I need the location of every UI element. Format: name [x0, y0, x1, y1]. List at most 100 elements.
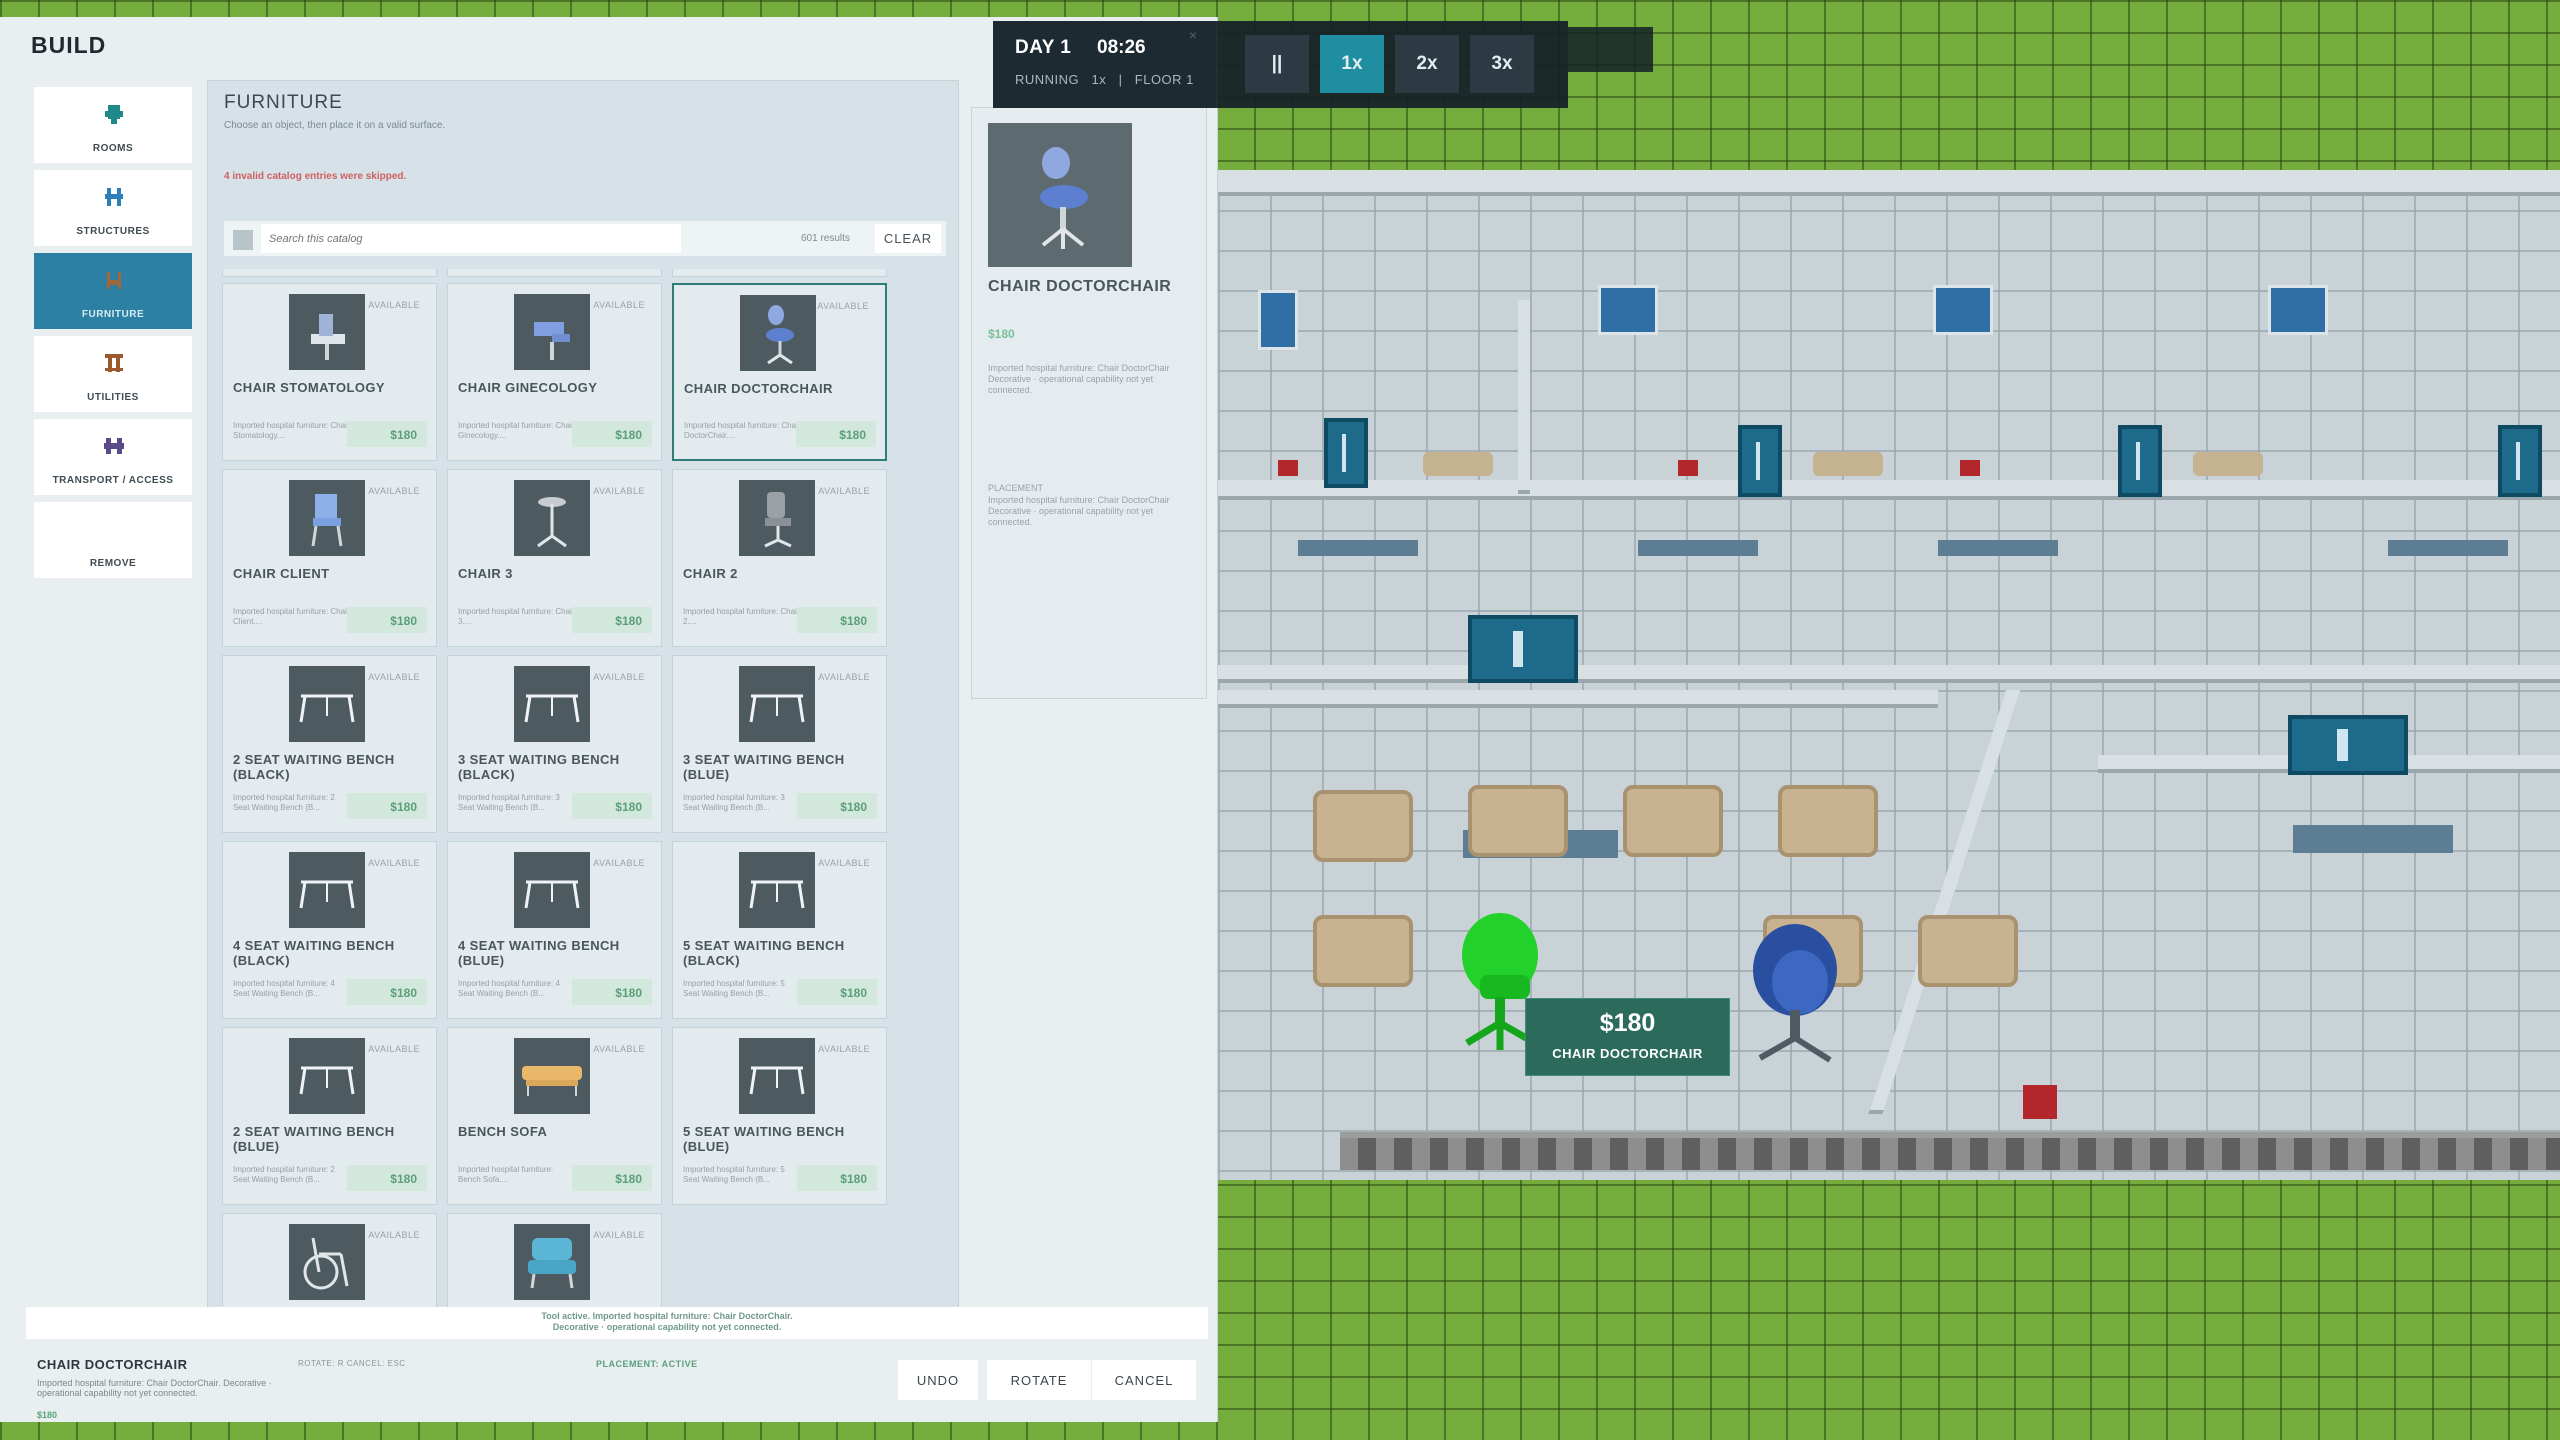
hospital-floor[interactable]	[1218, 170, 2560, 1180]
category-label: STRUCTURES	[76, 226, 150, 237]
cancel-button[interactable]: CANCEL	[1092, 1360, 1196, 1400]
item-price: $180	[572, 1165, 652, 1191]
item-name: BENCH SOFA	[458, 1124, 548, 1139]
item-description: Imported hospital furniture: Chair Stoma…	[233, 421, 350, 440]
category-remove[interactable]: REMOVE	[34, 502, 192, 578]
placement-price-tag: $180 CHAIR DOCTORCHAIR	[1525, 998, 1730, 1076]
doctor-chair-model	[1753, 924, 1837, 1063]
simulation-state: RUNNING 1x | FLOOR 1	[1015, 72, 1194, 87]
item-thumbnail	[289, 852, 365, 928]
item-thumbnail	[739, 852, 815, 928]
placement-status: PLACEMENT: ACTIVE	[596, 1359, 698, 1369]
item-status: AVAILABLE	[593, 300, 645, 310]
price-tag-amount: $180	[1599, 1009, 1656, 1037]
item-status: AVAILABLE	[368, 1044, 420, 1054]
catalog-item-card[interactable]: AVAILABLEWHEELCHAIRImported hospital fur…	[222, 1213, 437, 1311]
item-name: 3 SEAT WAITING BENCH (BLACK)	[458, 752, 620, 782]
catalog-item-card[interactable]: AVAILABLE 5 SEAT WAITING BENCH (BLUE) Impo…	[672, 1027, 887, 1205]
catalog-item-card[interactable]: AVAILABLE 5 SEAT WAITING BENCH (BLACK) Imp…	[672, 841, 887, 1019]
category-list: ROOMS STRUCTURES FURNITURE UTILITIES TRA…	[34, 87, 192, 585]
item-name: CHAIR 3	[458, 566, 513, 581]
desk	[1258, 290, 1298, 350]
item-name: 2 SEAT WAITING BENCH (BLACK)	[233, 752, 395, 782]
item-price: $180	[347, 1165, 427, 1191]
rotate-button[interactable]: ROTATE	[987, 1360, 1091, 1400]
detail-placement-description: Imported hospital furniture: Chair Docto…	[988, 495, 1170, 527]
item-name: 4 SEAT WAITING BENCH (BLUE)	[458, 938, 620, 968]
catalog-item-card[interactable]: AVAILABLE 4 SEAT WAITING BENCH (BLUE) Impo…	[447, 841, 662, 1019]
category-utilities[interactable]: UTILITIES	[34, 336, 192, 412]
catalog-item-card[interactable]: AVAILABLEARMCHAIRImported hospital furni…	[447, 1213, 662, 1311]
item-description: Imported hospital furniture: Chair Docto…	[684, 421, 801, 440]
catalog-item-card[interactable]: AVAILABLE CHAIR GINECOLOGY Imported hospit…	[447, 283, 662, 461]
catalog-item-card[interactable]: AVAILABLE CHAIR DOCTORCHAIR Imported hospi…	[672, 283, 887, 461]
sofa	[1468, 785, 1568, 857]
item-name: CHAIR STOMATOLOGY	[233, 380, 385, 395]
item-description: Imported hospital furniture: Chair 3....	[458, 607, 575, 626]
catalog-item-card[interactable]: AVAILABLE 2 SEAT WAITING BENCH (BLACK) Imp…	[222, 655, 437, 833]
category-structures[interactable]: STRUCTURES	[34, 170, 192, 246]
price-tag-name: CHAIR DOCTORCHAIR	[1552, 1046, 1703, 1061]
day-label: DAY 1	[1015, 37, 1072, 58]
item-description: Imported hospital furniture: Bench Sofa.…	[458, 1165, 554, 1184]
close-icon[interactable]: ×	[1189, 27, 1197, 43]
category-rooms[interactable]: ROOMS	[34, 87, 192, 163]
catalog-item-card[interactable]: AVAILABLE CHAIR 3 Imported hospital furnit…	[447, 469, 662, 647]
item-price: $180	[347, 793, 427, 819]
item-price: $180	[572, 979, 652, 1005]
structure-icon	[105, 188, 123, 206]
search-input[interactable]	[261, 224, 681, 253]
item-description: Imported hospital furniture: Chair Ginec…	[458, 421, 575, 440]
catalog-item-card[interactable]: AVAILABLE 3 SEAT WAITING BENCH (BLUE) Impo…	[672, 655, 887, 833]
catalog-item-card[interactable]: AVAILABLE BENCH SOFA Imported hospital fur…	[447, 1027, 662, 1205]
item-name: 3 SEAT WAITING BENCH (BLUE)	[683, 752, 845, 782]
item-status: AVAILABLE	[818, 858, 870, 868]
build-title: BUILD	[31, 32, 107, 58]
item-price: $180	[572, 421, 652, 447]
clear-button[interactable]: CLEAR	[875, 224, 941, 253]
item-status: AVAILABLE	[593, 672, 645, 682]
pause-button[interactable]: ||	[1245, 35, 1309, 93]
desk	[1598, 285, 1658, 335]
catalog-item-card[interactable]: AVAILABLE 4 SEAT WAITING BENCH (BLACK) Imp…	[222, 841, 437, 1019]
item-thumbnail	[289, 666, 365, 742]
sofa	[2193, 452, 2263, 476]
catalog-item-card[interactable]: AVAILABLE CHAIR 2 Imported hospital furnit…	[672, 469, 887, 647]
search-filter-checkbox[interactable]	[233, 230, 253, 250]
item-thumbnail	[514, 480, 590, 556]
item-thumbnail	[514, 1224, 590, 1300]
sofa	[1778, 785, 1878, 857]
item-status: AVAILABLE	[368, 672, 420, 682]
item-name: 2 SEAT WAITING BENCH (BLUE)	[233, 1124, 395, 1154]
trash-bin	[1960, 460, 1980, 476]
item-price: $180	[797, 607, 877, 633]
category-transport-access[interactable]: TRANSPORT / ACCESS	[34, 419, 192, 495]
item-description: Imported hospital furniture: 4 Seat Wait…	[458, 979, 560, 998]
undo-button[interactable]: UNDO	[898, 1360, 978, 1400]
speed-3x-button[interactable]: 3x	[1470, 35, 1534, 93]
wall	[1218, 665, 2560, 679]
sofa	[1423, 452, 1493, 476]
item-price: $180	[347, 421, 427, 447]
speed-1x-button[interactable]: 1x	[1320, 35, 1384, 93]
item-description: Imported hospital furniture: 2 Seat Wait…	[233, 793, 335, 812]
catalog-item-card[interactable]: AVAILABLE CHAIR CLIENT Imported hospital f…	[222, 469, 437, 647]
catalog-item-card[interactable]: AVAILABLE 3 SEAT WAITING BENCH (BLACK) Imp…	[447, 655, 662, 833]
furniture-icon	[107, 272, 121, 289]
item-price: $180	[572, 793, 652, 819]
item-status: AVAILABLE	[368, 1230, 420, 1240]
item-description: Imported hospital furniture: Chair 2....	[683, 607, 800, 626]
item-thumbnail	[514, 852, 590, 928]
floor-mat	[1638, 540, 1758, 556]
item-price: $180	[796, 421, 876, 447]
catalog-item-card[interactable]: AVAILABLE 2 SEAT WAITING BENCH (BLUE) Impo…	[222, 1027, 437, 1205]
item-name: CHAIR DOCTORCHAIR	[684, 381, 833, 396]
catalog-item-card[interactable]: AVAILABLE CHAIR STOMATOLOGY Imported hospi…	[222, 283, 437, 461]
category-furniture[interactable]: FURNITURE	[34, 253, 192, 329]
speed-2x-button[interactable]: 2x	[1395, 35, 1459, 93]
door	[1738, 425, 1782, 497]
item-thumbnail	[739, 666, 815, 742]
item-status: AVAILABLE	[818, 486, 870, 496]
detail-description: Imported hospital furniture: Chair Docto…	[988, 363, 1170, 395]
search-bar: 601 results CLEAR	[224, 221, 946, 256]
